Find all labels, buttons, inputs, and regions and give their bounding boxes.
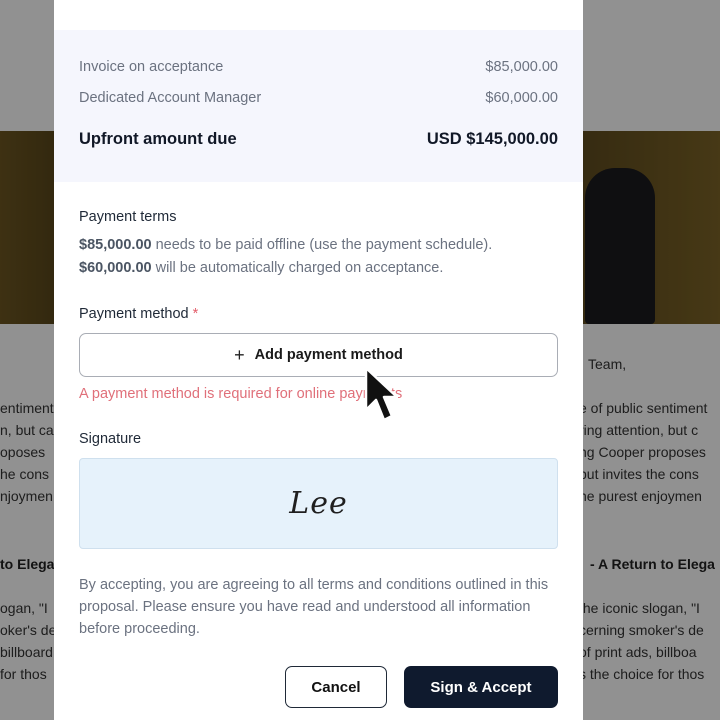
amount-summary: Invoice on acceptance $85,000.00 Dedicat…	[54, 30, 583, 182]
total-amount: USD $145,000.00	[426, 130, 558, 148]
payment-terms-heading: Payment terms	[79, 209, 177, 225]
payment-terms-line: $60,000.00 will be automatically charged…	[79, 260, 443, 276]
signature-heading: Signature	[79, 431, 142, 447]
sign-accept-button[interactable]: Sign & Accept	[404, 666, 558, 708]
payment-method-heading: Payment method *	[79, 306, 198, 322]
summary-item-amount: $85,000.00	[485, 59, 558, 75]
payment-method-error: A payment method is required for online …	[79, 386, 403, 402]
summary-item-amount: $60,000.00	[485, 90, 558, 106]
signature-value: Lee	[289, 486, 348, 521]
plus-icon: +	[234, 345, 245, 365]
payment-terms-line: $85,000.00 needs to be paid offline (use…	[79, 237, 492, 253]
summary-total: Upfront amount due USD $145,000.00	[79, 130, 558, 149]
cancel-button[interactable]: Cancel	[285, 666, 387, 708]
summary-line-item: Dedicated Account Manager $60,000.00	[79, 90, 558, 106]
terms-auto-text: will be automatically charged on accepta…	[151, 260, 444, 276]
total-label: Upfront amount due	[79, 130, 237, 148]
terms-offline-text: needs to be paid offline (use the paymen…	[151, 237, 493, 253]
acceptance-disclaimer: By accepting, you are agreeing to all te…	[79, 577, 549, 637]
accept-proposal-modal: Invoice on acceptance $85,000.00 Dedicat…	[54, 0, 583, 720]
terms-auto-amount: $60,000.00	[79, 260, 152, 276]
summary-item-label: Dedicated Account Manager	[79, 90, 262, 106]
add-payment-method-label: Add payment method	[254, 347, 403, 363]
terms-offline-amount: $85,000.00	[79, 237, 152, 253]
add-payment-method-button[interactable]: + Add payment method	[79, 333, 558, 377]
summary-item-label: Invoice on acceptance	[79, 59, 224, 75]
required-indicator: *	[192, 306, 199, 322]
payment-method-label: Payment method	[79, 306, 189, 322]
summary-line-item: Invoice on acceptance $85,000.00	[79, 59, 558, 75]
signature-pad[interactable]: Lee	[79, 458, 558, 549]
